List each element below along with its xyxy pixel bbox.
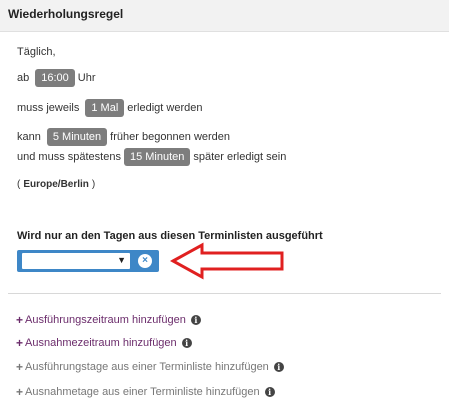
rule-content: Täglich, ab 16:00 Uhr muss jeweils 1 Mal…: [0, 32, 449, 409]
tz-close: ): [91, 179, 96, 190]
info-icon[interactable]: i: [273, 362, 284, 372]
plus-icon: +: [16, 385, 24, 399]
link-label: Ausnahmezeitraum hinzufügen: [25, 337, 177, 349]
plus-icon: +: [16, 313, 24, 327]
plus-icon: +: [16, 336, 24, 350]
add-execution-days-link[interactable]: + Ausführungstage aus einer Terminliste …: [16, 360, 284, 374]
add-exception-days-link[interactable]: + Ausnahmetage aus einer Terminliste hin…: [16, 385, 275, 399]
time-line: ab 16:00 Uhr: [17, 69, 96, 87]
calendar-select-group: ▼ ×: [17, 250, 159, 272]
timezone-line: ( Europe/Berlin ): [17, 179, 95, 190]
chevron-down-icon: ▼: [117, 255, 126, 265]
late-line: und muss spätestens 15 Minuten später er…: [17, 148, 286, 166]
timezone-label: Europe/Berlin: [23, 179, 89, 190]
arrow-annotation-icon: [170, 242, 284, 280]
link-label: Ausführungstage aus einer Terminliste hi…: [25, 361, 269, 373]
panel-title: Wiederholungsregel: [8, 7, 124, 21]
early-suffix: früher begonnen werden: [110, 131, 231, 143]
tz-open: (: [17, 179, 21, 190]
frequency-line: Täglich,: [17, 46, 56, 58]
info-icon[interactable]: i: [181, 338, 192, 348]
time-suffix: Uhr: [77, 72, 96, 84]
time-pill[interactable]: 16:00: [35, 69, 75, 87]
early-pill[interactable]: 5 Minuten: [46, 128, 108, 146]
frequency-text: Täglich,: [17, 46, 56, 58]
info-icon[interactable]: i: [190, 315, 201, 325]
late-suffix: später erledigt sein: [193, 151, 287, 163]
close-icon: ×: [142, 255, 148, 266]
early-line: kann 5 Minuten früher begonnen werden: [17, 128, 230, 146]
count-suffix: erledigt werden: [127, 102, 203, 114]
add-execution-period-link[interactable]: + Ausführungszeitraum hinzufügen i: [16, 313, 201, 327]
link-label: Ausnahmetage aus einer Terminliste hinzu…: [25, 386, 260, 398]
late-pill[interactable]: 15 Minuten: [123, 148, 191, 166]
late-prefix: und muss spätestens: [17, 151, 121, 163]
count-pill[interactable]: 1 Mal: [85, 99, 125, 117]
clear-selection-button[interactable]: ×: [138, 254, 152, 268]
info-icon[interactable]: i: [264, 387, 275, 397]
count-line: muss jeweils 1 Mal erledigt werden: [17, 99, 202, 117]
link-label: Ausführungszeitraum hinzufügen: [25, 314, 186, 326]
panel-header: Wiederholungsregel: [0, 0, 449, 32]
calendar-select[interactable]: ▼: [22, 253, 130, 269]
early-prefix: kann: [17, 131, 41, 143]
plus-icon: +: [16, 360, 24, 374]
add-exception-period-link[interactable]: + Ausnahmezeitraum hinzufügen i: [16, 336, 192, 350]
section-divider: [8, 293, 441, 294]
calendar-section-title: Wird nur an den Tagen aus diesen Terminl…: [17, 230, 323, 242]
time-prefix: ab: [17, 72, 30, 84]
count-prefix: muss jeweils: [17, 102, 80, 114]
